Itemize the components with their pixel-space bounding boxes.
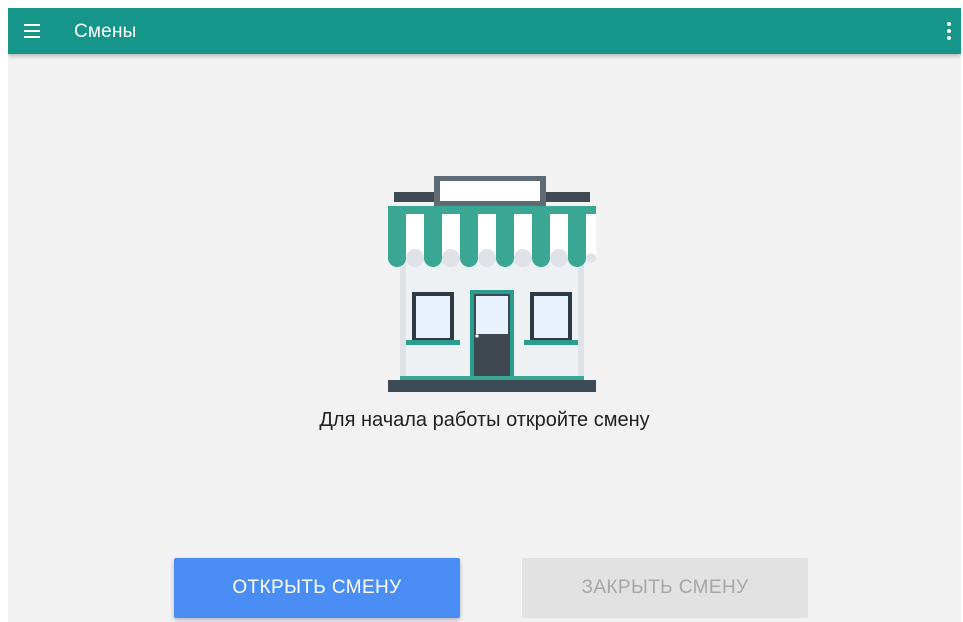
open-shift-button[interactable]: ОТКРЫТЬ СМЕНУ	[174, 558, 460, 618]
app-screen: Смены Для начала работы откройте смену О…	[8, 8, 961, 622]
empty-state-message: Для начала работы откройте смену	[319, 409, 650, 431]
page-title: Смены	[74, 21, 137, 42]
app-bar: Смены	[8, 8, 961, 54]
more-vert-icon[interactable]	[945, 21, 953, 41]
storefront-icon	[386, 174, 598, 392]
hamburger-menu-icon[interactable]	[24, 24, 40, 38]
close-shift-button[interactable]: ЗАКРЫТЬ СМЕНУ	[522, 558, 808, 618]
